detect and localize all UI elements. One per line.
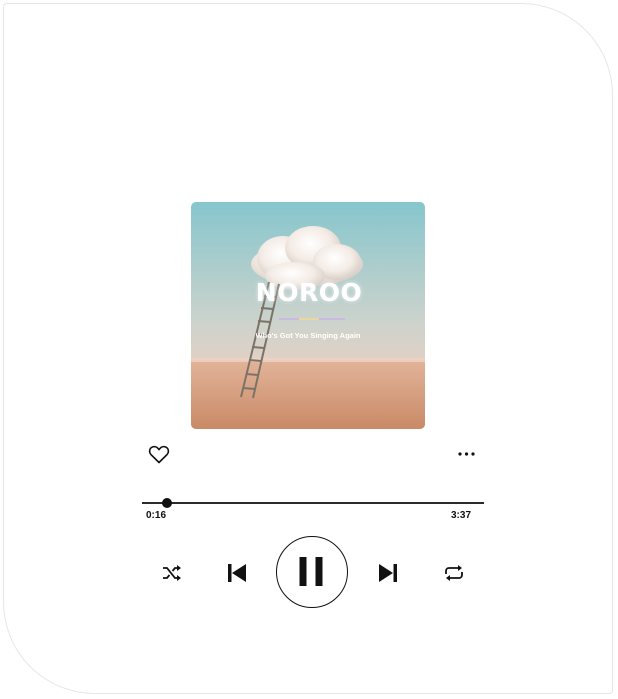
album-song-text: Who's Got You Singing Again — [255, 331, 361, 340]
shuffle-icon[interactable] — [160, 562, 184, 584]
ellipsis-icon[interactable] — [455, 446, 479, 462]
pause-button[interactable] — [276, 536, 348, 608]
album-cover-art — [191, 202, 425, 429]
repeat-icon[interactable] — [442, 562, 466, 584]
heart-outline-icon[interactable] — [147, 442, 171, 466]
elapsed-time: 0:16 — [146, 510, 167, 521]
album-cover — [191, 202, 425, 429]
total-time: 3:37 — [451, 510, 472, 521]
progress-bar[interactable] — [142, 502, 484, 504]
skip-previous-icon[interactable] — [225, 561, 249, 585]
skip-next-icon[interactable] — [376, 561, 400, 585]
album-artist-text: NOROO — [255, 278, 363, 307]
pause-icon — [299, 557, 323, 586]
